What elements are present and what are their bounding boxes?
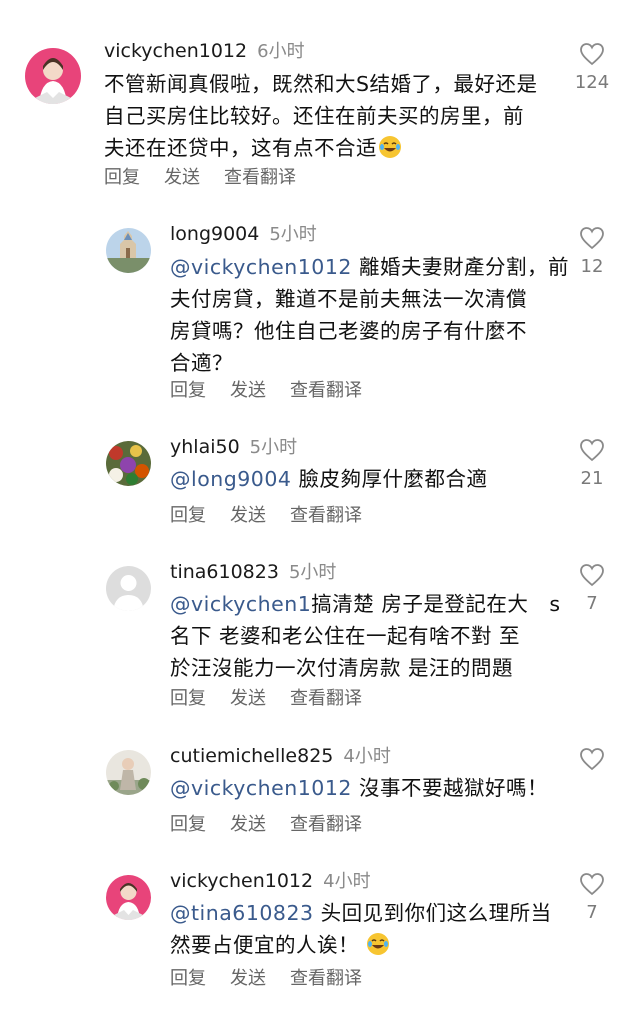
heart-icon[interactable] — [579, 42, 605, 66]
username[interactable]: vickychen1012 — [170, 870, 313, 892]
avatar[interactable] — [106, 228, 151, 273]
comment-text: @tina610823 头回见到你们这么理所当 然要占便宜的人诶！ — [170, 897, 552, 961]
like-count: 7 — [586, 593, 598, 614]
comment-meta: cutiemichelle825 4小时 — [170, 742, 391, 768]
like-control: 21 — [567, 438, 617, 489]
comment-line: 搞清楚 房子是登記在大 s — [311, 592, 561, 616]
comment-meta: vickychen1012 6小时 — [104, 37, 305, 63]
translate-button[interactable]: 查看翻译 — [290, 810, 362, 836]
send-button[interactable]: 发送 — [164, 163, 200, 189]
translate-button[interactable]: 查看翻译 — [224, 163, 296, 189]
translate-button[interactable]: 查看翻译 — [290, 684, 362, 710]
comment-meta: vickychen1012 4小时 — [170, 867, 371, 893]
heart-icon[interactable] — [579, 747, 605, 771]
like-control: 7 — [567, 563, 617, 614]
like-count: 124 — [574, 72, 610, 93]
like-count: 21 — [580, 468, 604, 489]
timestamp: 4小时 — [343, 746, 391, 767]
comment-actions: 回复 发送 查看翻译 — [104, 163, 320, 189]
avatar[interactable] — [106, 750, 151, 795]
comment-line: 自己买房住比较好。还住在前夫买的房里，前 — [104, 104, 524, 128]
translate-button[interactable]: 查看翻译 — [290, 376, 362, 402]
comment-text: 不管新闻真假啦，既然和大S结婚了，最好还是 自己买房住比较好。还住在前夫买的房里… — [104, 68, 538, 164]
like-control — [567, 747, 617, 771]
timestamp: 4小时 — [323, 871, 371, 892]
mention-link[interactable]: @tina610823 — [170, 901, 314, 925]
like-count: 12 — [580, 256, 604, 277]
username[interactable]: long9004 — [170, 223, 259, 245]
reply-button[interactable]: 回复 — [170, 684, 206, 710]
comment-actions: 回复 发送 查看翻译 — [170, 684, 386, 710]
heart-icon[interactable] — [579, 872, 605, 896]
send-button[interactable]: 发送 — [230, 376, 266, 402]
comment-meta: long9004 5小时 — [170, 220, 317, 246]
username[interactable]: cutiemichelle825 — [170, 745, 333, 767]
avatar[interactable] — [106, 441, 151, 486]
timestamp: 5小时 — [288, 562, 337, 583]
username[interactable]: tina610823 — [170, 561, 279, 583]
comment-actions: 回复 发送 查看翻译 — [170, 501, 386, 527]
translate-button[interactable]: 查看翻译 — [290, 964, 362, 990]
comment-line: 夫付房貸，難道不是前夫無法一次清償 — [170, 287, 527, 311]
mention-link[interactable]: @vickychen1012 — [170, 255, 352, 279]
comment-text: @vickychen1012 離婚夫妻財產分割，前 夫付房貸，難道不是前夫無法一… — [170, 251, 569, 379]
comment-text: @long9004 臉皮夠厚什麼都合適 — [170, 463, 487, 495]
heart-icon[interactable] — [579, 226, 605, 250]
reply-button[interactable]: 回复 — [170, 810, 206, 836]
comment-line: 名下 老婆和老公住在一起有啥不對 至 — [170, 624, 521, 648]
send-button[interactable]: 发送 — [230, 964, 266, 990]
timestamp: 5小时 — [269, 224, 317, 245]
comment-actions: 回复 发送 查看翻译 — [170, 376, 386, 402]
username[interactable]: yhlai50 — [170, 436, 240, 458]
timestamp: 5小时 — [249, 437, 298, 458]
comment-meta: yhlai50 5小时 — [170, 433, 297, 459]
avatar[interactable] — [25, 48, 81, 104]
comment-text: @vickychen1012 沒事不要越獄好嗎！ — [170, 772, 548, 804]
like-control: 124 — [567, 42, 617, 93]
comment-line: 头回见到你们这么理所当 — [313, 901, 552, 925]
heart-icon[interactable] — [579, 563, 605, 587]
reply-button[interactable]: 回复 — [104, 163, 140, 189]
laughing-crying-emoji-icon — [379, 136, 401, 158]
mention-link[interactable]: @vickychen1012 — [170, 776, 352, 800]
comment-thread: vickychen1012 6小时 不管新闻真假啦，既然和大S结婚了，最好还是 自… — [0, 0, 640, 1015]
comment-meta: tina610823 5小时 — [170, 558, 336, 584]
like-count: 7 — [586, 902, 598, 923]
comment-line: 然要占便宜的人诶！ — [170, 933, 359, 957]
comment-line: 夫还在还贷中，这有点不合适 — [104, 136, 377, 160]
avatar[interactable] — [106, 875, 151, 920]
comment-line: 不管新闻真假啦，既然和大S结婚了，最好还是 — [104, 72, 538, 96]
reply-button[interactable]: 回复 — [170, 964, 206, 990]
avatar[interactable] — [106, 566, 151, 611]
translate-button[interactable]: 查看翻译 — [290, 501, 362, 527]
timestamp: 6小时 — [257, 41, 305, 62]
laughing-crying-emoji-icon — [367, 933, 389, 955]
comment-line: 於汪沒能力一次付清房款 是汪的問題 — [170, 656, 514, 680]
comment-text: @vickychen1搞清楚 房子是登記在大 s 名下 老婆和老公住在一起有啥不… — [170, 588, 561, 684]
reply-button[interactable]: 回复 — [170, 501, 206, 527]
comment-line: 合適？ — [170, 351, 233, 375]
comment-line: 房貸嗎？他住自己老婆的房子有什麼不 — [170, 319, 527, 343]
comment-line: 離婚夫妻財產分割，前 — [351, 255, 569, 279]
heart-icon[interactable] — [579, 438, 605, 462]
mention-link[interactable]: @long9004 — [170, 467, 291, 491]
mention-link[interactable]: @vickychen1 — [170, 592, 311, 616]
like-control: 12 — [567, 226, 617, 277]
comment-item: vickychen1012 6小时 不管新闻真假啦，既然和大S结婚了，最好还是 自… — [0, 0, 640, 200]
comment-actions: 回复 发送 查看翻译 — [170, 964, 386, 990]
like-control: 7 — [567, 872, 617, 923]
comment-line: 臉皮夠厚什麼都合適 — [291, 467, 488, 491]
comment-actions: 回复 发送 查看翻译 — [170, 810, 386, 836]
send-button[interactable]: 发送 — [230, 501, 266, 527]
comment-line: 沒事不要越獄好嗎！ — [351, 776, 548, 800]
reply-button[interactable]: 回复 — [170, 376, 206, 402]
username[interactable]: vickychen1012 — [104, 40, 247, 62]
send-button[interactable]: 发送 — [230, 810, 266, 836]
send-button[interactable]: 发送 — [230, 684, 266, 710]
